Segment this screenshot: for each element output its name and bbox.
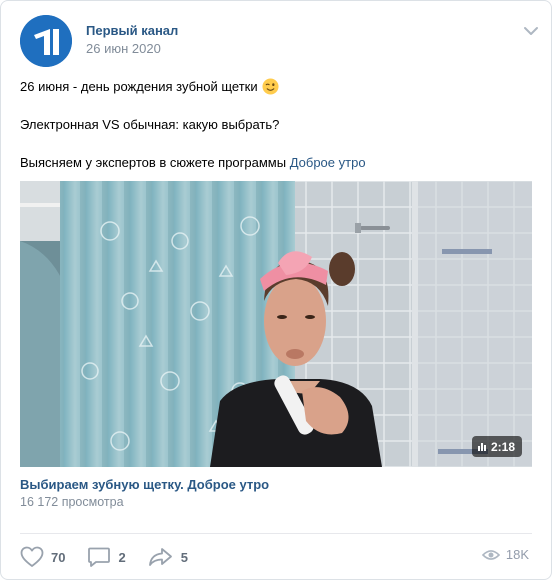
chevron-down-icon[interactable] (522, 25, 540, 37)
heart-icon (20, 546, 44, 567)
share-button[interactable]: 5 (148, 546, 188, 568)
divider (20, 533, 532, 534)
winking-face-emoji-icon (262, 78, 279, 95)
post-card: Первый канал 26 июн 2020 26 июня - день … (0, 0, 552, 580)
post-text-line-1: 26 июня - день рождения зубной щетки (20, 79, 258, 94)
comment-icon (88, 547, 111, 567)
post-text-line: Выясняем у экспертов в сюжете программы … (20, 153, 535, 172)
video-duration: 2:18 (490, 439, 515, 454)
like-button[interactable]: 70 (20, 546, 65, 568)
eye-icon (481, 549, 500, 560)
video-title[interactable]: Выбираем зубную щетку. Доброе утро (20, 477, 269, 492)
comment-count: 2 (118, 549, 126, 565)
post-views: 18K (481, 547, 529, 562)
post-date[interactable]: 26 июн 2020 (86, 41, 161, 56)
post-text-line: 26 июня - день рождения зубной щетки (20, 77, 535, 96)
share-icon (148, 548, 172, 566)
like-count: 70 (51, 549, 66, 565)
post-actions: 70 2 5 (20, 545, 210, 569)
post-text: 26 июня - день рождения зубной щетки Эле… (20, 77, 535, 191)
video-thumbnail (20, 181, 532, 467)
video-view-count: 16 172 просмотра (20, 495, 124, 509)
post-header: Первый канал 26 июн 2020 (20, 15, 540, 67)
post-text-line-3: Выясняем у экспертов в сюжете программы (20, 155, 290, 170)
signal-bars-icon (477, 442, 486, 451)
video-player[interactable]: 2:18 (20, 181, 532, 467)
post-text-line-2: Электронная VS обычная: какую выбрать? (20, 117, 280, 132)
comment-button[interactable]: 2 (87, 546, 126, 568)
video-duration-badge: 2:18 (471, 436, 522, 457)
author-name[interactable]: Первый канал (86, 23, 178, 38)
channel-logo-icon (20, 15, 72, 67)
share-count: 5 (180, 549, 188, 565)
post-view-count: 18K (505, 547, 529, 562)
avatar[interactable] (20, 15, 72, 67)
program-link[interactable]: Доброе утро (290, 155, 366, 170)
